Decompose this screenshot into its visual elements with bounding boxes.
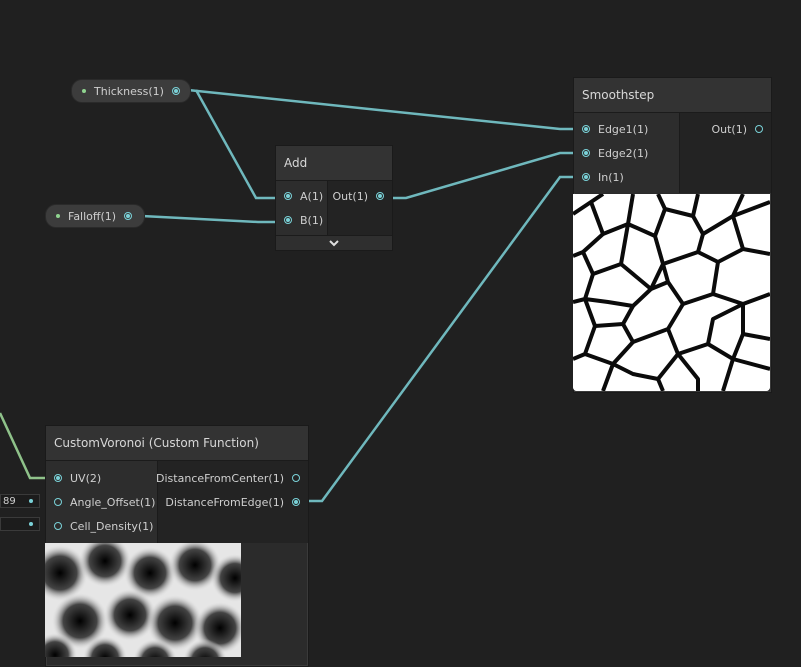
smoothstep-input-edge2[interactable]: Edge2(1) bbox=[574, 141, 679, 165]
add-a-label: A(1) bbox=[300, 189, 324, 203]
edge2-port-icon[interactable] bbox=[582, 149, 590, 157]
uv-port-icon[interactable] bbox=[54, 474, 62, 482]
voronoi-input-cell-density[interactable]: Cell_Density(1) bbox=[46, 514, 157, 538]
add-input-a[interactable]: A(1) bbox=[276, 184, 327, 208]
distance-from-center-label: DistanceFromCenter(1) bbox=[156, 471, 284, 485]
uv-label: UV(2) bbox=[70, 471, 102, 485]
custom-voronoi-node-title[interactable]: CustomVoronoi (Custom Function) bbox=[46, 426, 308, 461]
thickness-property-node[interactable]: Thickness(1) bbox=[71, 79, 191, 103]
voronoi-output-distance-from-center[interactable]: DistanceFromCenter(1) bbox=[156, 466, 308, 490]
add-output[interactable]: Out(1) bbox=[328, 184, 392, 208]
voronoi-input-uv[interactable]: UV(2) bbox=[46, 466, 157, 490]
cell-density-value-field[interactable] bbox=[0, 517, 40, 531]
smoothstep-input-edge1[interactable]: Edge1(1) bbox=[574, 117, 679, 141]
property-indicator bbox=[56, 214, 60, 218]
in-port-icon[interactable] bbox=[582, 173, 590, 181]
wire-falloff-to-add-b[interactable] bbox=[141, 214, 287, 224]
falloff-output-port[interactable] bbox=[124, 212, 133, 220]
smoothstep-node-title[interactable]: Smoothstep bbox=[574, 78, 771, 113]
property-indicator bbox=[82, 89, 86, 93]
voronoi-preview-image bbox=[45, 543, 241, 657]
angle-offset-label: Angle_Offset(1) bbox=[70, 495, 156, 509]
edge1-label: Edge1(1) bbox=[598, 122, 649, 136]
add-input-b[interactable]: B(1) bbox=[276, 208, 327, 232]
add-expand-button[interactable] bbox=[276, 235, 392, 250]
angle-offset-connector-dot bbox=[29, 499, 33, 503]
add-b-port-icon[interactable] bbox=[284, 216, 292, 224]
cell-density-connector-dot bbox=[29, 522, 33, 526]
smoothstep-preview-image bbox=[573, 194, 770, 391]
chevron-down-icon bbox=[329, 240, 339, 247]
wire-thickness-to-add-a[interactable] bbox=[194, 89, 287, 200]
distance-from-edge-label: DistanceFromEdge(1) bbox=[165, 495, 284, 509]
wire-add-out-to-edge2[interactable] bbox=[379, 151, 586, 200]
angle-offset-value-field[interactable]: 89 bbox=[0, 494, 40, 508]
add-out-label: Out(1) bbox=[332, 189, 368, 203]
distance-from-center-port-icon[interactable] bbox=[292, 474, 300, 482]
edge2-label: Edge2(1) bbox=[598, 146, 649, 160]
smoothstep-out-label: Out(1) bbox=[711, 122, 747, 136]
falloff-label: Falloff(1) bbox=[68, 209, 117, 223]
add-node[interactable]: Add A(1) B(1) Out(1) bbox=[275, 145, 393, 251]
cell-density-port-icon[interactable] bbox=[54, 522, 62, 530]
add-b-label: B(1) bbox=[300, 213, 324, 227]
add-a-port-icon[interactable] bbox=[284, 192, 292, 200]
smoothstep-out-port-icon[interactable] bbox=[755, 125, 763, 133]
voronoi-input-angle-offset[interactable]: Angle_Offset(1) bbox=[46, 490, 157, 514]
in-label: In(1) bbox=[598, 170, 624, 184]
add-node-title[interactable]: Add bbox=[276, 146, 392, 181]
shader-graph-canvas[interactable]: Thickness(1) Falloff(1) Add A(1) B(1) Ou… bbox=[0, 0, 801, 667]
distance-from-edge-port-icon[interactable] bbox=[292, 498, 300, 506]
add-out-port-icon[interactable] bbox=[376, 192, 384, 200]
thickness-output-port[interactable] bbox=[171, 87, 180, 95]
smoothstep-output[interactable]: Out(1) bbox=[680, 117, 771, 141]
thickness-label: Thickness(1) bbox=[94, 84, 164, 98]
angle-offset-port-icon[interactable] bbox=[54, 498, 62, 506]
edge1-port-icon[interactable] bbox=[582, 125, 590, 133]
cell-density-label: Cell_Density(1) bbox=[70, 519, 154, 533]
smoothstep-input-in[interactable]: In(1) bbox=[574, 165, 679, 189]
wire-thickness-to-edge1[interactable] bbox=[187, 88, 586, 131]
voronoi-output-distance-from-edge[interactable]: DistanceFromEdge(1) bbox=[158, 490, 308, 514]
falloff-property-node[interactable]: Falloff(1) bbox=[45, 204, 145, 228]
